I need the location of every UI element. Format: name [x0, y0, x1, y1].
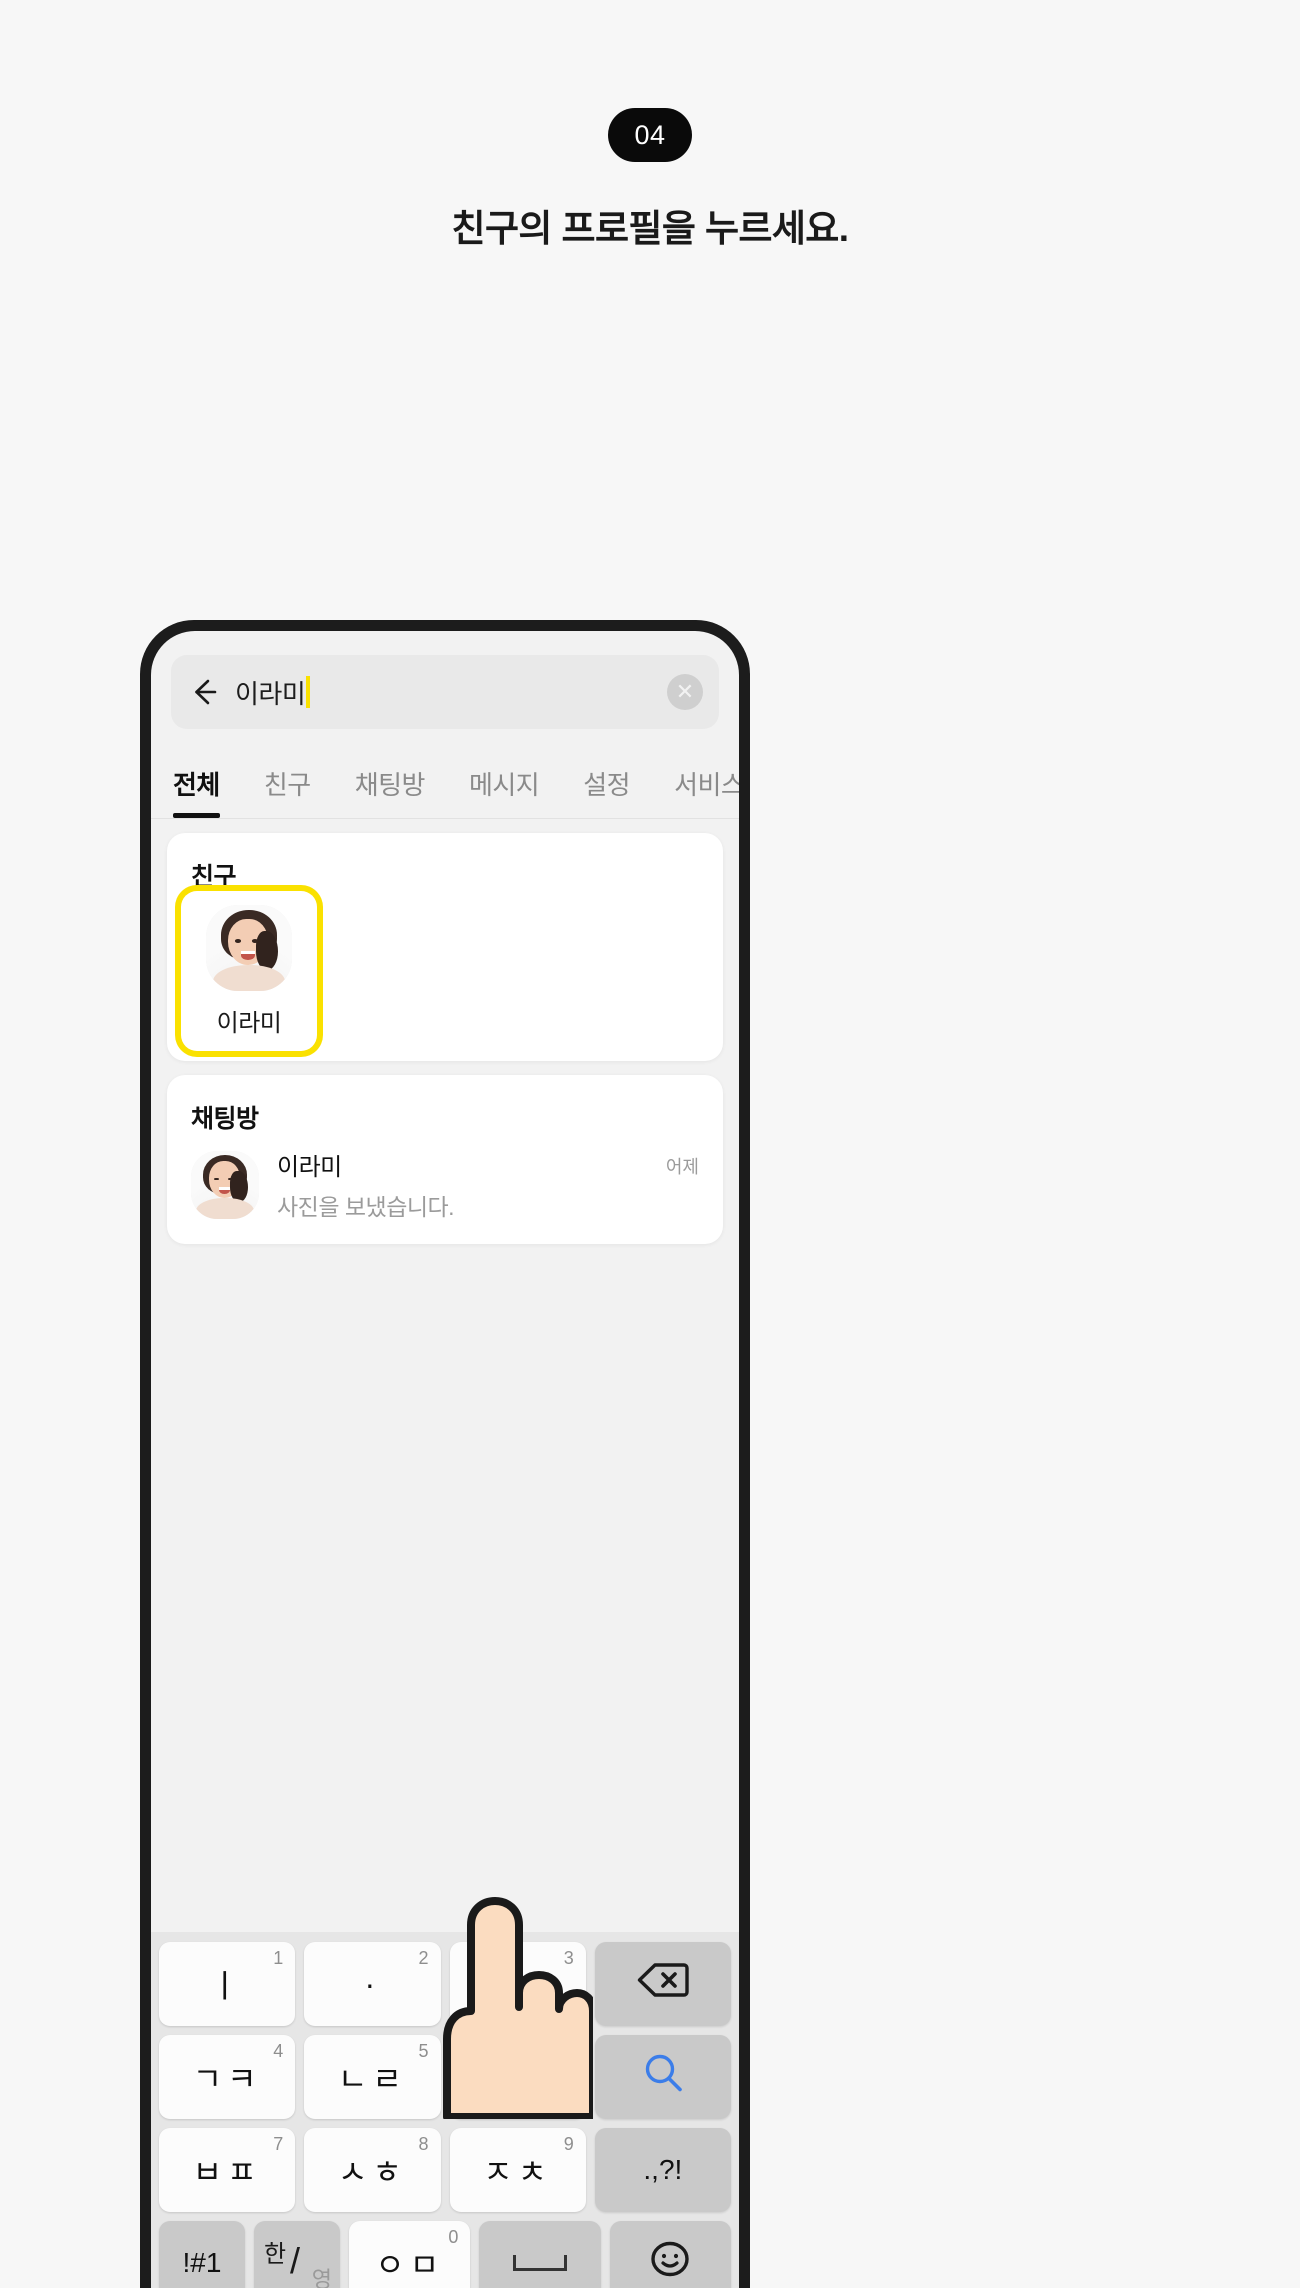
key-number: 0 [448, 2227, 459, 2247]
chat-room-name: 이라미 [277, 1154, 342, 1181]
key-label: ㅂㅍ [192, 2154, 262, 2190]
keyboard-row-4: !#1 한 / 영 ㅇㅁ 0 [159, 2221, 731, 2288]
backspace-icon [637, 1962, 689, 2006]
page-root: 04 친구의 프로필을 누르세요. 이라미 ✕ 전체 친구 채팅방 메시지 설정… [0, 0, 1300, 2288]
space-icon [512, 2255, 567, 2271]
key-number: 4 [273, 2041, 284, 2061]
phone-screen: 이라미 ✕ 전체 친구 채팅방 메시지 설정 서비스 친구 이라미 채팅방 이라… [151, 631, 739, 2288]
search-bar[interactable]: 이라미 ✕ [171, 655, 719, 729]
list-item[interactable]: 이라미 사진을 보냈습니다. 어제 [167, 1141, 723, 1222]
chat-timestamp: 어제 [665, 1157, 699, 1177]
friend-photo [191, 1150, 259, 1219]
step-badge: 04 [608, 108, 692, 162]
key-ieung-mieum[interactable]: ㅇㅁ 0 [349, 2221, 471, 2288]
backspace-key[interactable] [594, 1942, 731, 2026]
keyboard-row-3: ㅂㅍ 7 ㅅㅎ 8 ㅈㅊ 9 .,?! [159, 2128, 731, 2212]
search-icon [641, 2051, 685, 2103]
chat-info: 이라미 사진을 보냈습니다. [277, 1147, 666, 1222]
chat-preview-text: 사진을 보냈습니다. [277, 1194, 455, 1220]
tab-all[interactable]: 전체 [173, 765, 220, 818]
search-input[interactable]: 이라미 [235, 674, 667, 711]
tab-messages[interactable]: 메시지 [469, 765, 540, 818]
key-number: 8 [418, 2134, 429, 2154]
emoji-smiley-icon [648, 2237, 692, 2288]
search-input-value: 이라미 [235, 678, 306, 709]
avatar [206, 905, 292, 991]
key-label: ㄴㄹ [337, 2061, 407, 2097]
friend-tile-irami[interactable]: 이라미 [181, 891, 317, 1051]
key-label: ㅇㅁ [375, 2247, 445, 2283]
friend-photo [206, 905, 292, 991]
friends-result-card: 친구 이라미 [167, 833, 723, 1061]
page-title: 친구의 프로필을 누르세요. [451, 208, 849, 249]
tab-chatrooms[interactable]: 채팅방 [355, 765, 426, 818]
language-toggle-key[interactable]: 한 / 영 [254, 2221, 340, 2288]
symbols-key[interactable]: !#1 [159, 2221, 245, 2288]
chatrooms-section-title: 채팅방 [191, 1105, 259, 1133]
tab-bar: 전체 친구 채팅방 메시지 설정 서비스 [151, 729, 739, 819]
text-caret [306, 676, 311, 708]
search-results: 친구 이라미 채팅방 이라미 사진을 보냈습니다. 어제 [151, 819, 739, 1244]
key-label: · [364, 1965, 381, 2002]
tab-friends[interactable]: 친구 [264, 765, 311, 818]
slash-icon: / [290, 2240, 301, 2281]
clear-icon[interactable]: ✕ [667, 674, 703, 710]
chatrooms-result-card: 채팅방 이라미 사진을 보냈습니다. 어제 [167, 1075, 723, 1244]
language-toggle-inner: 한 / 영 [262, 2234, 332, 2288]
key-label: ㅣ [209, 1968, 245, 2004]
language-korean-label: 한 [264, 2241, 287, 2268]
key-number: 1 [273, 1948, 284, 1968]
key-jieut-chieut[interactable]: ㅈㅊ 9 [449, 2128, 586, 2212]
pointing-hand-cursor [413, 1889, 597, 2121]
key-label: ㅈㅊ [483, 2154, 553, 2190]
step-badge-number: 04 [634, 119, 666, 150]
avatar [191, 1150, 259, 1219]
key-i[interactable]: ㅣ 1 [159, 1942, 296, 2026]
key-label: ㅅㅎ [337, 2154, 407, 2190]
emoji-key[interactable] [609, 2221, 731, 2288]
search-bar-area: 이라미 ✕ [151, 631, 739, 729]
key-number: 9 [563, 2134, 574, 2154]
key-number: 7 [273, 2134, 284, 2154]
key-bieup-pieup[interactable]: ㅂㅍ 7 [159, 2128, 296, 2212]
friend-name: 이라미 [216, 1010, 282, 1037]
key-siot-hieut[interactable]: ㅅㅎ 8 [304, 2128, 441, 2212]
tab-services[interactable]: 서비스 [674, 765, 739, 818]
key-label: ㄱㅋ [192, 2061, 262, 2097]
key-giyeok-kieuk[interactable]: ㄱㅋ 4 [159, 2035, 296, 2119]
friends-section-title: 친구 [191, 863, 237, 891]
phone-mockup: 이라미 ✕ 전체 친구 채팅방 메시지 설정 서비스 친구 이라미 채팅방 이라… [140, 620, 750, 2288]
space-key[interactable] [479, 2221, 601, 2288]
language-english-label: 영 [311, 2267, 332, 2288]
tab-settings[interactable]: 설정 [583, 765, 630, 818]
punctuation-key[interactable]: .,?! [594, 2128, 731, 2212]
back-arrow-icon[interactable] [187, 675, 221, 709]
search-key[interactable] [594, 2035, 731, 2119]
